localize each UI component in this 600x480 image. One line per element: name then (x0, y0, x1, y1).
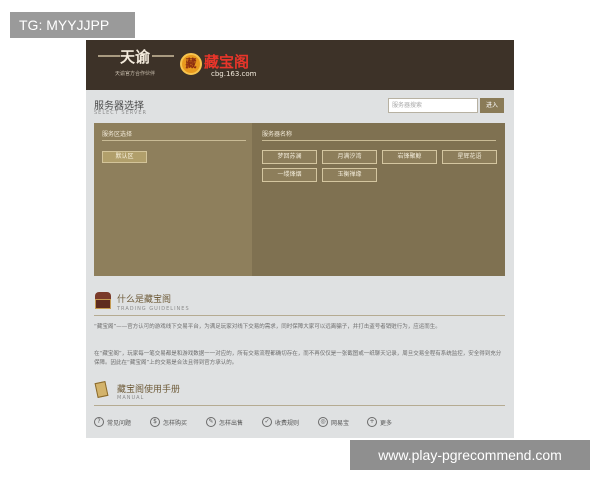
page: TG: MYYJJPP 天谕 天谕官方合作伙伴 藏 藏宝阁 cbg.163.co… (0, 0, 600, 480)
what-is-divider (94, 315, 505, 316)
manual-divider (94, 405, 505, 406)
intro-paragraph: “藏宝阁”——官方认可的游戏线下交易平台，为满足玩家对线下交易的需求，同时保障大… (94, 324, 441, 330)
what-is-title: 什么是藏宝阁 (117, 295, 172, 305)
watermark: www.play-pgrecommend.com (350, 440, 590, 470)
server-search-input[interactable] (388, 98, 478, 113)
manual-subtitle: MANUAL (117, 395, 145, 401)
check-icon: ✓ (262, 417, 272, 427)
cbg-logo[interactable]: 藏 藏宝阁 cbg.163.com (180, 48, 280, 82)
manual-title: 藏宝阁使用手册 (117, 385, 181, 395)
intro-paragraph-2: 在“藏宝阁”，玩家每一笔交易都是和游戏数据一一对应的，所有交易流程都确切存在，而… (94, 351, 502, 366)
server-chip[interactable]: 星辉花语 (442, 150, 497, 164)
tg-tag: TG: MYYJJPP (10, 12, 135, 38)
money-icon: $ (150, 417, 160, 427)
zone-panel-divider (102, 140, 246, 141)
server-chip[interactable]: 月满汐湾 (322, 150, 377, 164)
question-icon: ? (94, 417, 104, 427)
plus-icon: + (367, 417, 377, 427)
how-to-buy-label: 怎样购买 (163, 420, 188, 427)
cbg-logo-name: 藏宝阁 (204, 53, 250, 71)
cbg-logo-domain: cbg.163.com (211, 70, 257, 78)
edit-icon: ✎ (206, 417, 216, 427)
what-is-subtitle: TRADING GUIDELINES (117, 306, 190, 312)
server-chip[interactable]: 梦回苏澜 (262, 150, 317, 164)
how-to-sell-label: 怎样出售 (219, 420, 244, 427)
top-bar: 天谕 天谕官方合作伙伴 藏 藏宝阁 cbg.163.com (86, 40, 514, 90)
tianyu-logo-tagline: 天谕官方合作伙伴 (114, 71, 155, 77)
netease-pay-label: 网易宝 (331, 420, 350, 427)
server-chip[interactable]: 玉衡禅缘 (322, 168, 377, 182)
fee-rules-label: 收费规则 (275, 420, 300, 427)
server-chip[interactable]: 一缕烽烟 (262, 168, 317, 182)
select-server-subtitle: SELECT SERVER (94, 110, 147, 116)
wing-left-decoration (98, 55, 120, 57)
tianyu-logo-mark: 天谕 (120, 48, 151, 66)
server-panel-divider (262, 140, 496, 141)
cbg-page-frame: 天谕 天谕官方合作伙伴 藏 藏宝阁 cbg.163.com 服务器选择 SELE… (86, 40, 514, 438)
server-chip[interactable]: 岩锋聚鲸 (382, 150, 437, 164)
chest-lid (95, 292, 111, 299)
enter-button[interactable]: 进入 (480, 98, 504, 113)
zone-panel-heading: 服务区选择 (102, 131, 133, 138)
server-selection-panel: 服务区选择 默认区 服务器名称 梦回苏澜 月满汐湾 岩锋聚鲸 星辉花语 一缕烽烟… (94, 123, 505, 276)
coin-icon: 藏 (180, 53, 202, 75)
scroll-shape (94, 381, 109, 398)
faq-link-label: 常见问题 (107, 420, 132, 427)
coin-icon: ◎ (318, 417, 328, 427)
server-name-panel: 服务器名称 梦回苏澜 月满汐湾 岩锋聚鲸 星辉花语 一缕烽烟 玉衡禅缘 (254, 123, 505, 276)
more-label: 更多 (380, 420, 393, 427)
tianyu-logo[interactable]: 天谕 天谕官方合作伙伴 (96, 45, 174, 85)
server-panel-heading: 服务器名称 (262, 131, 293, 138)
treasure-chest-icon (94, 292, 112, 310)
zone-panel: 服务区选择 默认区 (94, 123, 252, 276)
scroll-icon (94, 380, 110, 400)
chest-body (95, 299, 111, 309)
wing-right-decoration (152, 55, 174, 57)
zone-button-default[interactable]: 默认区 (102, 151, 147, 163)
